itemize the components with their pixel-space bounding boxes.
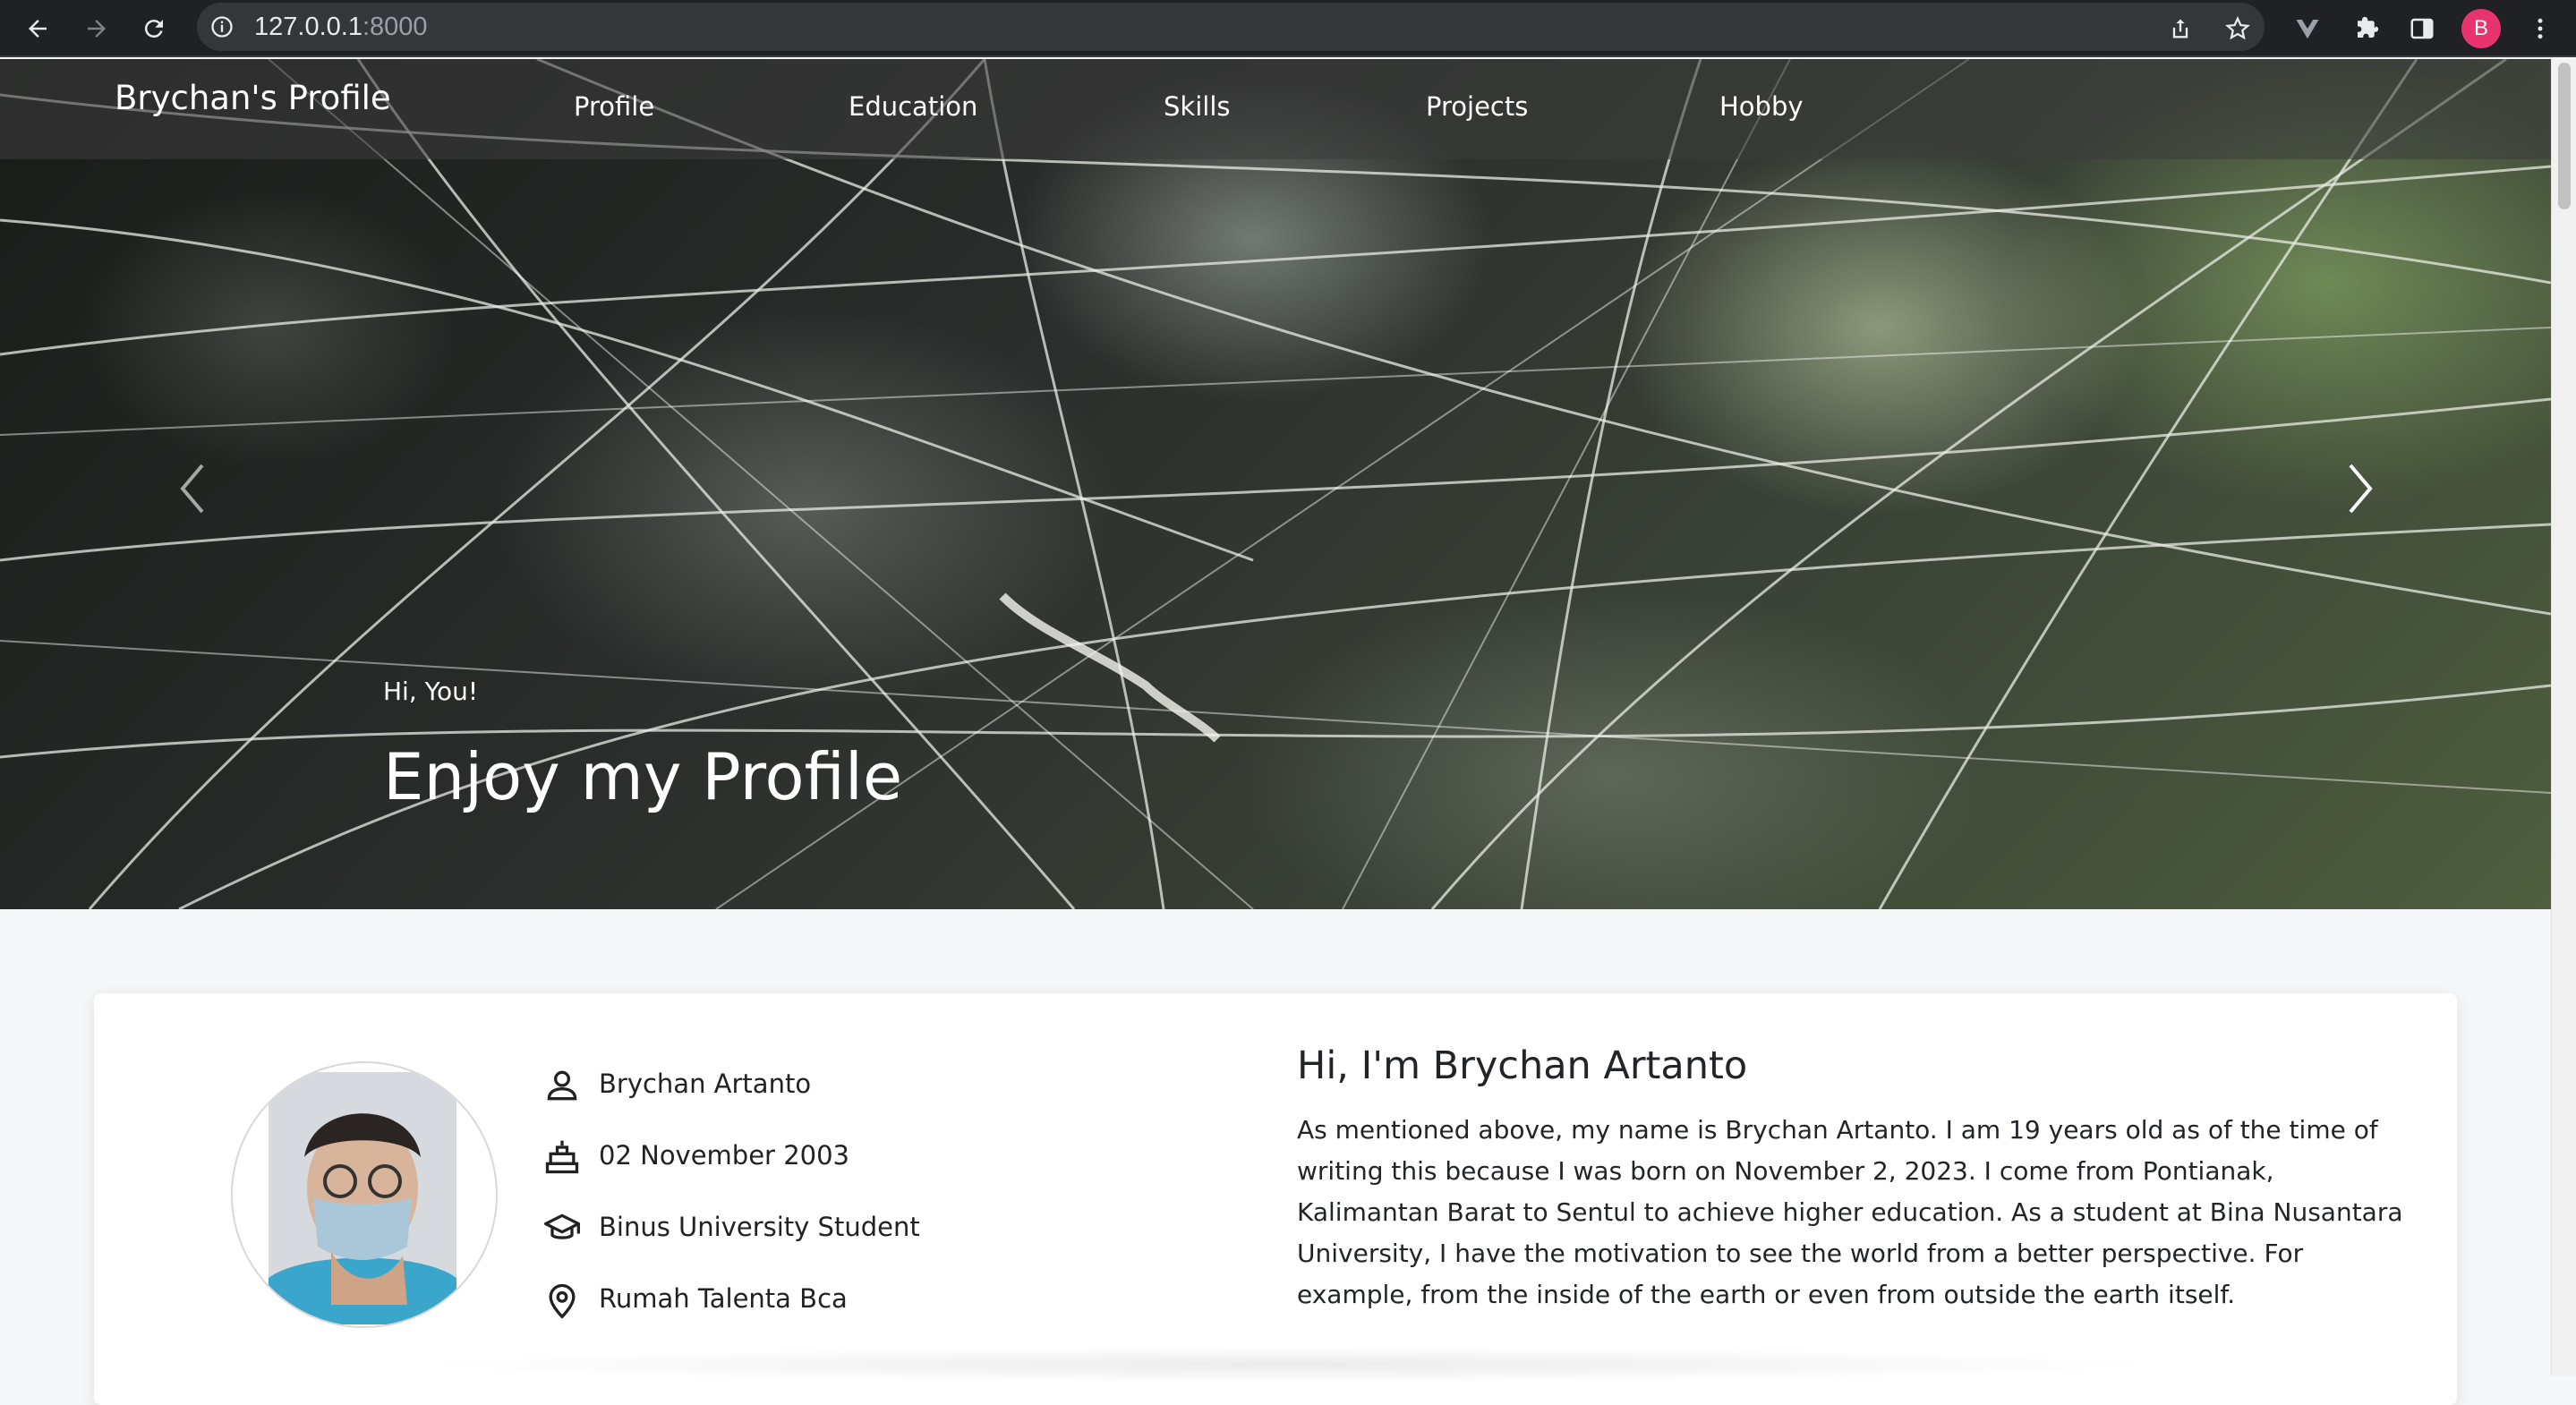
profile-photo-image [269, 1072, 456, 1324]
nav-link-hobby[interactable]: Hobby [1719, 91, 1804, 122]
forward-icon[interactable] [79, 11, 115, 47]
browser-toolbar: 127.0.0.1:8000 B [0, 0, 2576, 57]
hero-subtitle: Hi, You! [383, 677, 479, 706]
profile-birthdate: 02 November 2003 [599, 1140, 850, 1171]
nav-link-profile[interactable]: Profile [574, 91, 654, 122]
carousel-next-icon[interactable] [2333, 453, 2386, 524]
scrollbar-thumb[interactable] [2558, 63, 2571, 209]
site-info-icon[interactable] [209, 14, 235, 39]
side-panel-icon[interactable] [2404, 11, 2440, 47]
person-icon [542, 1066, 582, 1105]
reload-icon[interactable] [136, 11, 172, 47]
nav-link-education[interactable]: Education [849, 91, 977, 122]
profile-avatar[interactable]: B [2461, 9, 2501, 48]
about-paragraph: As mentioned above, my name is Brychan A… [1297, 1115, 2403, 1309]
card-bottom-shadow [412, 1347, 2166, 1383]
hero-carousel: Brychan's Profile Profile Education Skil… [0, 59, 2551, 909]
carousel-prev-icon[interactable] [166, 453, 220, 524]
extensions-puzzle-icon[interactable] [2349, 11, 2384, 47]
share-icon[interactable] [2162, 11, 2198, 47]
back-icon[interactable] [20, 11, 55, 47]
bookmark-star-icon[interactable] [2220, 11, 2256, 47]
top-navbar: Brychan's Profile Profile Education Skil… [0, 59, 2551, 159]
location-pin-icon [542, 1281, 582, 1320]
nav-link-projects[interactable]: Projects [1426, 91, 1528, 122]
url-port: :8000 [362, 13, 428, 41]
url-host: 127.0.0.1 [254, 13, 363, 41]
menu-kebab-icon[interactable] [2522, 11, 2558, 47]
hero-title: Enjoy my Profile [383, 739, 903, 814]
profile-name: Brychan Artanto [599, 1069, 812, 1099]
profile-status: Binus University Student [599, 1212, 920, 1242]
address-bar[interactable]: 127.0.0.1:8000 [197, 3, 2265, 51]
nav-link-skills[interactable]: Skills [1164, 91, 1230, 122]
url-text: 127.0.0.1:8000 [254, 3, 428, 51]
profile-photo [231, 1061, 498, 1328]
vue-devtools-extension-icon[interactable] [2290, 11, 2325, 47]
navbar-brand[interactable]: Brychan's Profile [115, 79, 391, 117]
graduation-cap-icon [542, 1209, 582, 1248]
profile-location: Rumah Talenta Bca [599, 1283, 848, 1314]
cake-icon [542, 1137, 582, 1177]
page-scrollbar[interactable] [2551, 59, 2576, 1376]
about-heading: Hi, I'm Brychan Artanto [1297, 1043, 1748, 1088]
